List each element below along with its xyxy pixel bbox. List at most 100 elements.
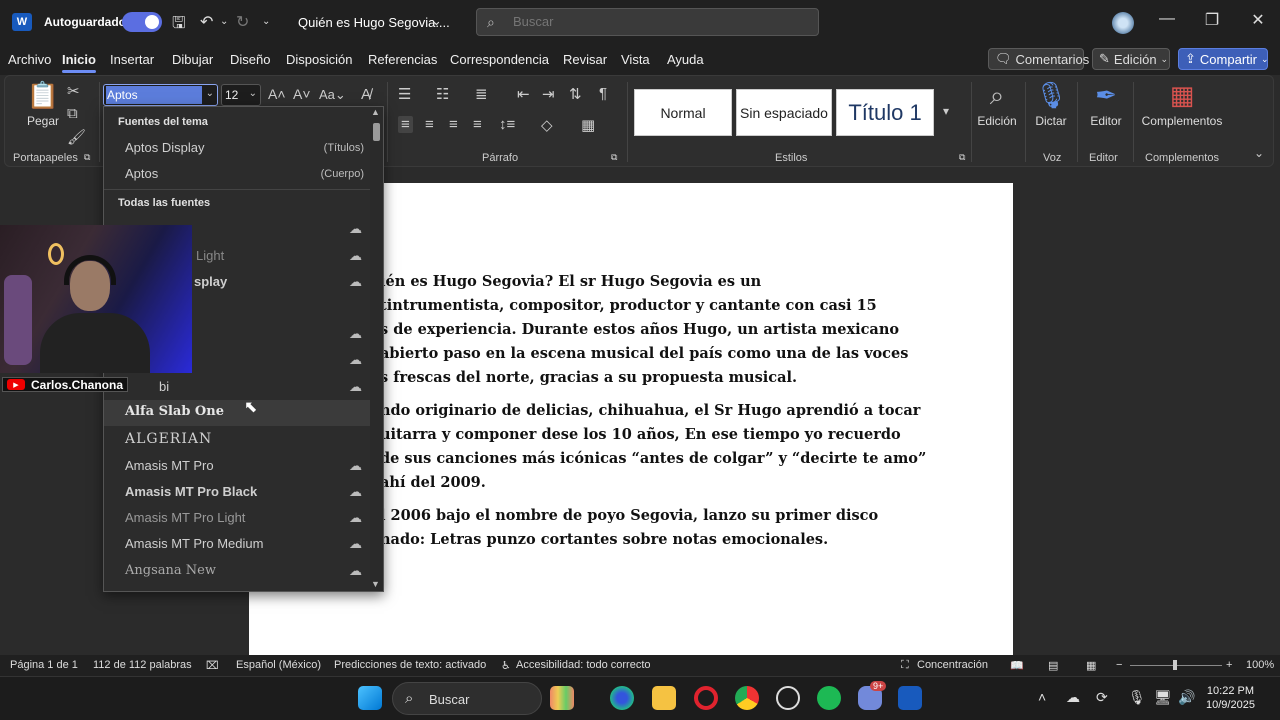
chevron-down-icon[interactable]: ⌄ (206, 88, 214, 99)
font-option[interactable]: Amasis MT Pro ☁ (104, 454, 372, 480)
justify-icon[interactable]: ≡ (473, 116, 482, 133)
widgets-icon[interactable] (550, 686, 574, 710)
multilevel-list-icon[interactable]: ≣ (475, 85, 488, 103)
undo-icon[interactable]: ↶ (200, 12, 213, 32)
style-normal[interactable]: Normal (634, 89, 732, 136)
search-box[interactable]: ⌕ (476, 8, 819, 36)
font-option[interactable]: ALGERIAN (104, 427, 372, 453)
avatar[interactable] (1112, 12, 1134, 34)
taskbar-search[interactable]: ⌕ Buscar (392, 682, 542, 715)
network-icon[interactable]: 🖥 (1154, 689, 1172, 706)
borders-icon[interactable]: ▦ (581, 116, 595, 134)
text-predictions[interactable]: Predicciones de texto: activado (334, 659, 486, 671)
microphone-icon[interactable]: 🎙 (1128, 689, 1146, 706)
font-name-input[interactable] (106, 86, 202, 104)
paragraph-3[interactable]: l 2006 bajo el nombre de poyo Segovia, l… (380, 504, 878, 552)
clear-formatting-icon[interactable]: A̸ (361, 86, 371, 103)
page-count[interactable]: Página 1 de 1 (10, 659, 78, 671)
onedrive-icon[interactable]: ☁ (1066, 689, 1080, 706)
dialog-launcher-icon[interactable]: ⧉ (611, 152, 617, 163)
tab-referencias[interactable]: Referencias (368, 52, 437, 67)
align-center-icon[interactable]: ≡ (425, 116, 434, 133)
sync-icon[interactable]: ⟳ (1096, 689, 1108, 706)
font-option[interactable]: Amasis MT Pro Black ☁ (104, 480, 372, 506)
paragraph-2[interactable]: ndo originario de delicias, chihuahua, e… (380, 399, 926, 495)
increase-indent-icon[interactable]: ⇥ (542, 85, 555, 103)
styles-more-icon[interactable]: ▾ (943, 104, 949, 118)
close-icon[interactable]: ✕ (1243, 10, 1273, 30)
paragraph-1[interactable]: ién es Hugo Segovia? El sr Hugo Segovia … (380, 270, 908, 390)
font-option[interactable]: Alfa Slab One (104, 400, 372, 426)
decrease-indent-icon[interactable]: ⇤ (517, 85, 530, 103)
sort-icon[interactable]: ⇅ (569, 85, 582, 103)
word-taskbar-icon[interactable] (898, 686, 922, 710)
chevron-up-icon[interactable]: ˄ (1038, 689, 1046, 705)
addins-button[interactable]: ▦ Complementos (1139, 80, 1225, 128)
print-layout-icon[interactable]: ▤ (1048, 659, 1058, 672)
web-layout-icon[interactable]: ▦ (1086, 659, 1096, 672)
accessibility-status[interactable]: Accesibilidad: todo correcto (516, 659, 651, 671)
dialog-launcher-icon[interactable]: ⧉ (959, 152, 965, 163)
language[interactable]: Español (México) (236, 659, 321, 671)
tab-correspondencia[interactable]: Correspondencia (450, 52, 549, 67)
font-option[interactable]: Amasis MT Pro Light ☁ (104, 506, 372, 532)
shrink-font-icon[interactable]: A˅ (293, 86, 311, 102)
tab-revisar[interactable]: Revisar (563, 52, 607, 67)
copy-icon[interactable]: ⧉ (67, 105, 78, 122)
chevron-down-icon[interactable]: ⌄ (249, 88, 257, 99)
font-size-box[interactable]: ⌄ (221, 84, 261, 106)
grow-font-icon[interactable]: A˄ (268, 86, 286, 102)
format-painter-icon[interactable]: 🖌 (67, 128, 86, 146)
word-count[interactable]: 112 de 112 palabras (93, 659, 192, 671)
scroll-up-icon[interactable]: ▲ (371, 107, 380, 117)
editing-button[interactable]: ⌕ Edición (975, 80, 1019, 128)
dropdown-scrollbar[interactable]: ▲ ▼ (370, 107, 383, 591)
scroll-down-icon[interactable]: ▼ (371, 579, 380, 589)
minimize-icon[interactable]: — (1152, 10, 1182, 28)
scroll-thumb[interactable] (373, 123, 380, 141)
font-size-input[interactable] (225, 86, 249, 104)
edge-icon[interactable] (610, 686, 634, 710)
tab-ayuda[interactable]: Ayuda (667, 52, 704, 67)
windows-start-icon[interactable] (358, 686, 382, 710)
font-option[interactable]: Angsana New ☁ (104, 559, 372, 585)
opera-icon[interactable] (694, 686, 718, 710)
focus-mode[interactable]: Concentración (917, 659, 988, 671)
tab-disposicion[interactable]: Disposición (286, 52, 352, 67)
clock[interactable]: 10:22 PM 10/9/2025 (1206, 684, 1255, 712)
customize-toolbar-icon[interactable]: ⌄ (262, 16, 270, 27)
read-mode-icon[interactable]: 📖 (1010, 659, 1024, 672)
collapse-ribbon-icon[interactable]: ⌄ (1254, 146, 1264, 160)
tab-diseno[interactable]: Diseño (230, 52, 270, 67)
proofing-icon[interactable]: ⌧ (206, 659, 219, 672)
tab-inicio[interactable]: Inicio (62, 52, 96, 73)
comments-button[interactable]: 🗨 Comentarios (988, 48, 1089, 70)
zoom-in-icon[interactable]: + (1226, 659, 1232, 671)
line-spacing-icon[interactable]: ↕≡ (499, 116, 515, 133)
redo-icon[interactable]: ↻ (236, 12, 249, 32)
font-option[interactable]: Amasis MT Pro Medium ☁ (104, 532, 372, 558)
font-name-box[interactable]: ⌄ (103, 84, 218, 106)
tab-dibujar[interactable]: Dibujar (172, 52, 213, 67)
zoom-slider-thumb[interactable] (1173, 660, 1177, 670)
editor-button[interactable]: ✒ Editor (1085, 80, 1127, 128)
chrome-icon[interactable] (735, 686, 759, 710)
style-heading-1[interactable]: Título 1 (836, 89, 934, 136)
change-case-icon[interactable]: Aa⌄ (319, 87, 346, 103)
font-option[interactable]: Aptos (Cuerpo) (104, 162, 372, 188)
undo-dropdown-icon[interactable]: ⌄ (220, 16, 228, 27)
paste-button[interactable]: 📋 Pegar (23, 80, 63, 128)
cut-icon[interactable]: ✂ (67, 82, 80, 100)
chevron-down-icon[interactable]: ⌄ (431, 13, 442, 29)
align-right-icon[interactable]: ≡ (449, 116, 458, 133)
save-icon[interactable]: 🖫 (172, 12, 186, 39)
file-explorer-icon[interactable] (652, 686, 676, 710)
zoom-out-icon[interactable]: − (1116, 659, 1122, 671)
search-input[interactable] (513, 14, 803, 29)
volume-icon[interactable]: 🔊 (1178, 689, 1195, 706)
tab-vista[interactable]: Vista (621, 52, 650, 67)
shading-icon[interactable]: ◇ (541, 116, 553, 134)
dictate-button[interactable]: 🎙 Dictar (1031, 80, 1071, 128)
font-option[interactable]: Aptos Display (Títulos) (104, 136, 372, 162)
autosave-toggle[interactable] (122, 12, 162, 32)
